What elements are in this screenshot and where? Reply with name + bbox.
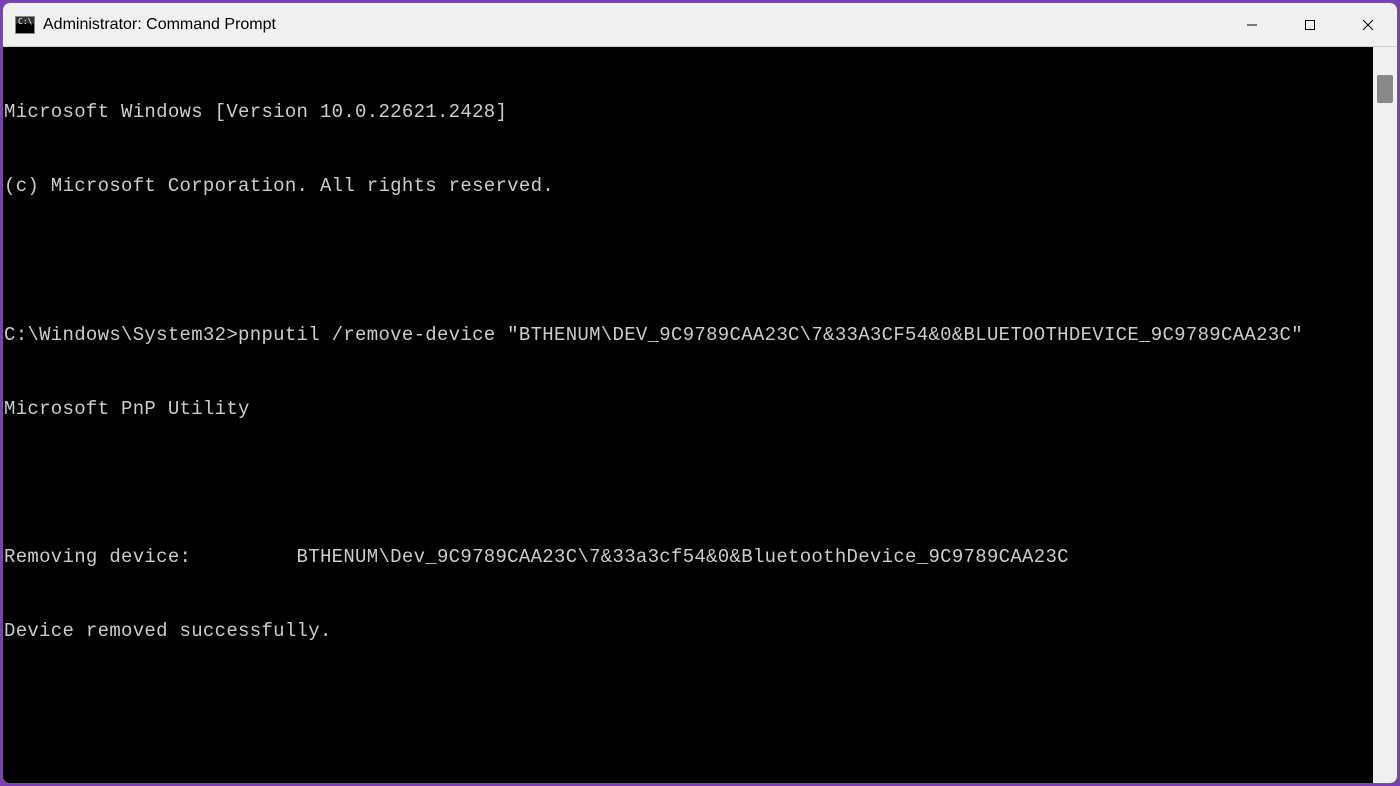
terminal-line — [4, 249, 1372, 274]
terminal-line: Microsoft Windows [Version 10.0.22621.24… — [4, 100, 1372, 125]
window-controls — [1223, 3, 1397, 46]
terminal-line: (c) Microsoft Corporation. All rights re… — [4, 174, 1372, 199]
titlebar[interactable]: C:\ Administrator: Command Prompt — [3, 3, 1397, 47]
terminal-line — [4, 767, 1372, 783]
terminal-line: C:\Windows\System32>pnputil /remove-devi… — [4, 323, 1372, 348]
close-icon — [1362, 19, 1374, 31]
cmd-icon: C:\ — [15, 16, 35, 34]
terminal-wrapper: Microsoft Windows [Version 10.0.22621.24… — [3, 47, 1397, 783]
maximize-button[interactable] — [1281, 3, 1339, 46]
close-button[interactable] — [1339, 3, 1397, 46]
window-title: Administrator: Command Prompt — [43, 16, 1223, 34]
terminal-line: Removing device: BTHENUM\Dev_9C9789CAA23… — [4, 545, 1372, 570]
minimize-button[interactable] — [1223, 3, 1281, 46]
scrollbar-thumb[interactable] — [1377, 75, 1393, 103]
minimize-icon — [1246, 19, 1258, 31]
terminal-line: Microsoft PnP Utility — [4, 397, 1372, 422]
terminal-line — [4, 693, 1372, 718]
terminal-output[interactable]: Microsoft Windows [Version 10.0.22621.24… — [3, 47, 1373, 783]
command-prompt-window: C:\ Administrator: Command Prompt Micros… — [2, 2, 1398, 784]
maximize-icon — [1304, 19, 1316, 31]
cmd-icon-text: C:\ — [18, 18, 32, 26]
terminal-line: Device removed successfully. — [4, 619, 1372, 644]
terminal-line — [4, 471, 1372, 496]
vertical-scrollbar[interactable] — [1373, 47, 1397, 783]
